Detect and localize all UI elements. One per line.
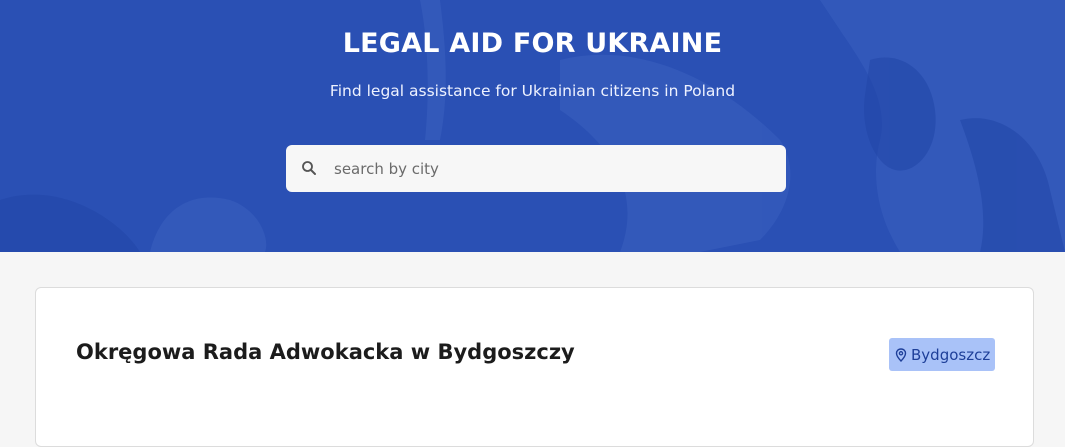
city-badge[interactable]: Bydgoszcz xyxy=(889,338,996,371)
hero-banner: LEGAL AID FOR UKRAINE Find legal assista… xyxy=(0,0,1065,252)
search-icon xyxy=(302,161,316,175)
search-bar[interactable] xyxy=(286,145,786,192)
organization-name: Okręgowa Rada Adwokacka w Bydgoszczy xyxy=(76,340,575,364)
search-input[interactable] xyxy=(334,145,774,192)
page-title: LEGAL AID FOR UKRAINE xyxy=(342,28,723,59)
result-card[interactable]: Okręgowa Rada Adwokacka w Bydgoszczy Byd… xyxy=(35,287,1034,447)
city-badge-label: Bydgoszcz xyxy=(911,345,991,364)
page-subtitle: Find legal assistance for Ukrainian citi… xyxy=(329,82,736,100)
map-pin-icon xyxy=(895,347,907,362)
